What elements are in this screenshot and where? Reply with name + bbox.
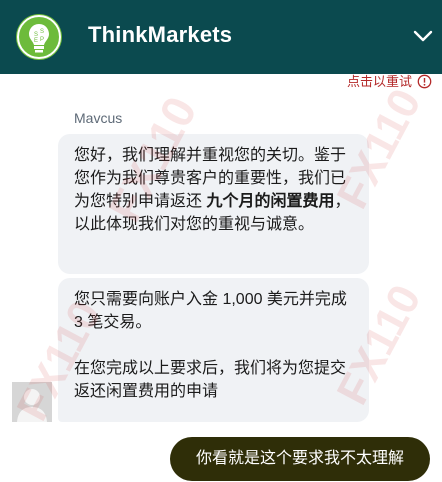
chat-area: 点击以重试 Mavcus 您好，我们理解并重视您的关切。鉴于您作为我们尊贵客户的… [0,74,442,482]
brand-name: ThinkMarkets [88,22,233,47]
message-paragraph: 在您完成以上要求后，我们将为您提交返还闲置费用的申请 [74,360,347,400]
info-icon[interactable] [417,74,432,89]
chevron-down-icon[interactable] [412,28,434,44]
message-text-bold: 九个月的闲置费用 [206,193,335,210]
sender-name: Mavcus [74,110,123,126]
user-message: 你看就是这个要求我不太理解 [170,437,430,481]
lightbulb-logo-icon: S S E P [16,14,62,60]
logo-letter: P [40,37,44,43]
agent-message: 您只需要向账户入金 1,000 美元并完成 3 笔交易。 在您完成以上要求后，我… [58,278,369,422]
agent-message: 您好，我们理解并重视您的关切。鉴于您作为我们尊贵客户的重要性，我们已为您特别申请… [58,134,369,274]
message-paragraph: 您只需要向账户入金 1,000 美元并完成 3 笔交易。 [74,291,347,331]
logo-letter: E [34,38,38,44]
avatar [12,382,52,422]
retry-link[interactable]: 点击以重试 [347,74,412,90]
chat-header: S S E P ThinkMarkets [0,0,442,74]
logo-letter: S [40,29,44,35]
